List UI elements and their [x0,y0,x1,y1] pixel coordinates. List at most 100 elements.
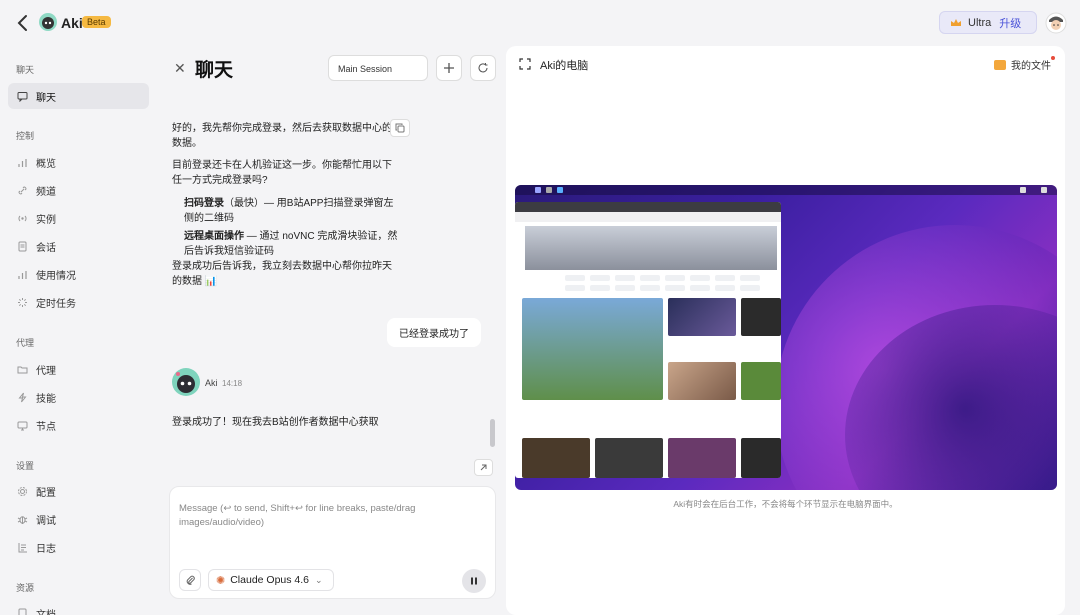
video-thumbnail [668,298,736,336]
bug-icon [17,514,28,525]
folder-icon [17,364,28,375]
site-banner [525,226,777,270]
sidebar-item-usage[interactable]: 使用情况 [8,261,149,287]
input-placeholder: Message (↩ to send, Shift+↩ for line bre… [179,503,416,528]
sidebar-item-debug[interactable]: 调试 [8,506,149,532]
section-label-resources: 资源 [16,583,35,593]
loader-icon [17,297,28,308]
notification-dot [1051,56,1055,60]
sidebar-item-label: 节点 [36,421,56,433]
sidebar-item-docs[interactable]: 文档 [8,600,149,615]
list-item: 远程桌面操作 — 通过 noVNC 完成滑块验证，然 后告诉我短信验证码 [184,231,398,257]
category-chip [715,275,735,281]
sidebar-item-label: 聊天 [36,92,56,104]
category-chip [690,275,710,281]
expand-button[interactable] [474,459,493,476]
close-icon[interactable]: ✕ [174,60,186,77]
menubar-icon [557,187,563,193]
video-thumbnail [668,438,736,478]
assistant-message: 登录成功了！现在我去B站创作者数据中心获取 [172,417,379,428]
document-icon [17,241,28,252]
sidebar-item-sessions[interactable]: 会话 [8,233,149,259]
desktop-menubar [515,185,1057,195]
new-session-button[interactable] [436,55,462,81]
category-chip [665,275,685,281]
sidebar-item-label: 配置 [36,487,56,499]
sidebar-item-scheduled-tasks[interactable]: 定时任务 [8,289,149,315]
arrow-up-right-icon [480,464,487,471]
menubar-icon [1041,187,1047,193]
category-chip [565,285,585,291]
scrollbar[interactable] [490,419,495,447]
link-icon [17,185,28,196]
category-chip [640,285,660,291]
sidebar-item-label: 调试 [36,515,56,527]
plus-icon [444,63,454,73]
sidebar-item-label: 频道 [36,186,56,198]
copy-icon [395,123,405,133]
upgrade-label: 升级 [999,17,1022,30]
category-chip [715,285,735,291]
sidebar-item-logs[interactable]: 日志 [8,534,149,560]
category-chip [590,275,610,281]
sidebar-item-label: 日志 [36,543,56,555]
book-icon [17,608,28,615]
chevron-down-icon: ⌄ [315,574,323,585]
upgrade-button[interactable]: Ultra 升级 [939,11,1037,34]
video-thumbnail [668,362,736,400]
section-label-agent: 代理 [16,338,35,348]
video-thumbnail [741,362,781,400]
menubar-icon [546,187,552,193]
sidebar-item-instances[interactable]: 实例 [8,205,149,231]
pause-icon [471,577,477,585]
aki-logo-icon [39,13,57,31]
beta-badge: Beta [82,16,111,28]
remote-desktop-screen[interactable] [515,185,1057,490]
my-files-label: 我的文件 [1011,61,1051,72]
menubar-icon [535,187,541,193]
category-chip [565,275,585,281]
browser-urlbar [515,212,781,222]
sidebar-item-label: 实例 [36,214,56,226]
sidebar-item-skills[interactable]: 技能 [8,384,149,410]
message-input[interactable]: Message (↩ to send, Shift+↩ for line bre… [169,486,496,599]
sidebar-item-chat[interactable]: 聊天 [8,83,149,109]
sidebar-item-overview[interactable]: 概览 [8,149,149,175]
user-avatar[interactable] [1045,12,1067,34]
fullscreen-icon[interactable] [519,58,531,70]
plan-label: Ultra [968,16,992,29]
sidebar-item-label: 使用情况 [36,270,76,282]
computer-caption: Aki有时会在后台工作，不会将每个环节显示在电脑界面中。 [673,499,898,509]
category-chip [740,275,760,281]
refresh-button[interactable] [470,55,496,81]
log-icon [17,542,28,553]
sidebar-item-label: 文档 [36,609,56,615]
sidebar-item-agents[interactable]: 代理 [8,356,149,382]
sidebar-item-label: 概览 [36,158,56,170]
chat-panel: ✕ 聊天 Main Session 好的，我先帮你完成登录，然后去获取数据中心的… [158,46,502,615]
back-arrow-icon[interactable] [16,14,30,32]
category-chip [640,275,660,281]
model-select[interactable]: ✺ Claude Opus 4.6 ⌄ [208,569,334,591]
sidebar: 聊天 聊天 控制 概览 频道 实例 会话 使用情况 定时任务 代理 代理 技能 … [0,46,158,615]
copy-button[interactable] [390,119,410,137]
section-label-settings: 设置 [16,461,35,471]
category-chip [615,275,635,281]
pause-button[interactable] [462,569,486,593]
avatar [172,368,200,396]
category-chip [740,285,760,291]
radio-icon [17,213,28,224]
assistant-message: 登录成功后告诉我，我立刻去数据中心帮你拉昨天 的数据 📊 [172,261,392,287]
sidebar-item-config[interactable]: 配置 [8,478,149,504]
assistant-message: 好的，我先帮你完成登录，然后去获取数据中心的 数据。 [172,123,392,149]
attach-button[interactable] [179,569,201,591]
sidebar-item-nodes[interactable]: 节点 [8,412,149,438]
sidebar-item-label: 会话 [36,242,56,254]
claude-sparkle-icon: ✺ [216,574,226,587]
crown-icon [951,18,961,26]
sidebar-item-channels[interactable]: 频道 [8,177,149,203]
gear-icon [17,486,28,497]
refresh-icon [478,63,488,73]
session-select[interactable]: Main Session [328,55,428,81]
my-files-button[interactable]: 我的文件 [994,57,1051,72]
